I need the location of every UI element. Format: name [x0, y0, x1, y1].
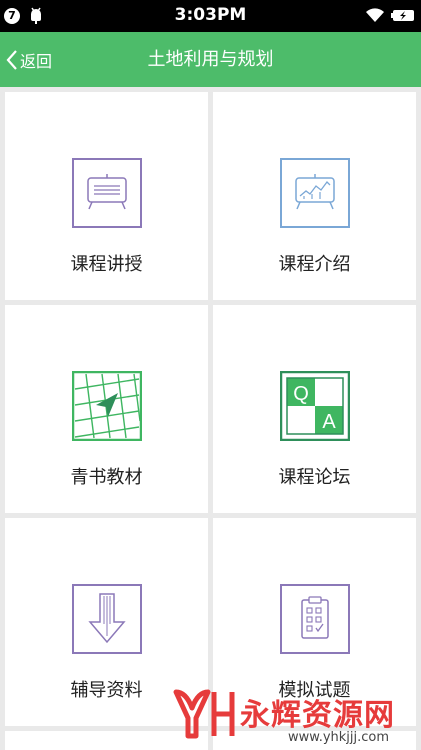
tile-course-forum[interactable]: Q A 课程论坛: [213, 305, 416, 513]
tile-textbook[interactable]: 青书教材: [5, 305, 208, 513]
brand-logo-icon: [173, 689, 235, 739]
watermark-brand: 永辉资源网: [240, 698, 395, 733]
map-navigation-icon: [71, 371, 142, 441]
clipboard-checklist-icon: [279, 584, 350, 654]
tile-course-intro[interactable]: 课程介绍: [213, 92, 416, 300]
tile-label: 青书教材: [70, 467, 143, 488]
status-bar: 7 3:03PM: [0, 0, 421, 32]
wifi-icon: [366, 8, 384, 22]
battery-icon: [391, 10, 414, 21]
tile-label: 课程论坛: [278, 467, 351, 488]
watermark-url: www.yhkjjj.com: [288, 730, 390, 745]
watermark: 永辉资源网 www.yhkjjj.com: [168, 688, 421, 750]
chart-board-icon: [279, 158, 350, 228]
svg-text:A: A: [322, 411, 336, 433]
tile-course-lecture[interactable]: 课程讲授: [5, 92, 208, 300]
clock: 3:03PM: [174, 5, 247, 25]
download-arrow-icon: [71, 584, 142, 654]
tile-label: 课程介绍: [278, 254, 351, 275]
tile-label: 课程讲授: [70, 254, 143, 275]
navigation-bar: 返回 土地利用与规划: [0, 32, 421, 87]
svg-text:Q: Q: [293, 383, 309, 405]
lecture-board-icon: [71, 158, 142, 228]
qa-forum-icon: Q A: [279, 371, 350, 441]
page-title: 土地利用与规划: [147, 49, 274, 70]
